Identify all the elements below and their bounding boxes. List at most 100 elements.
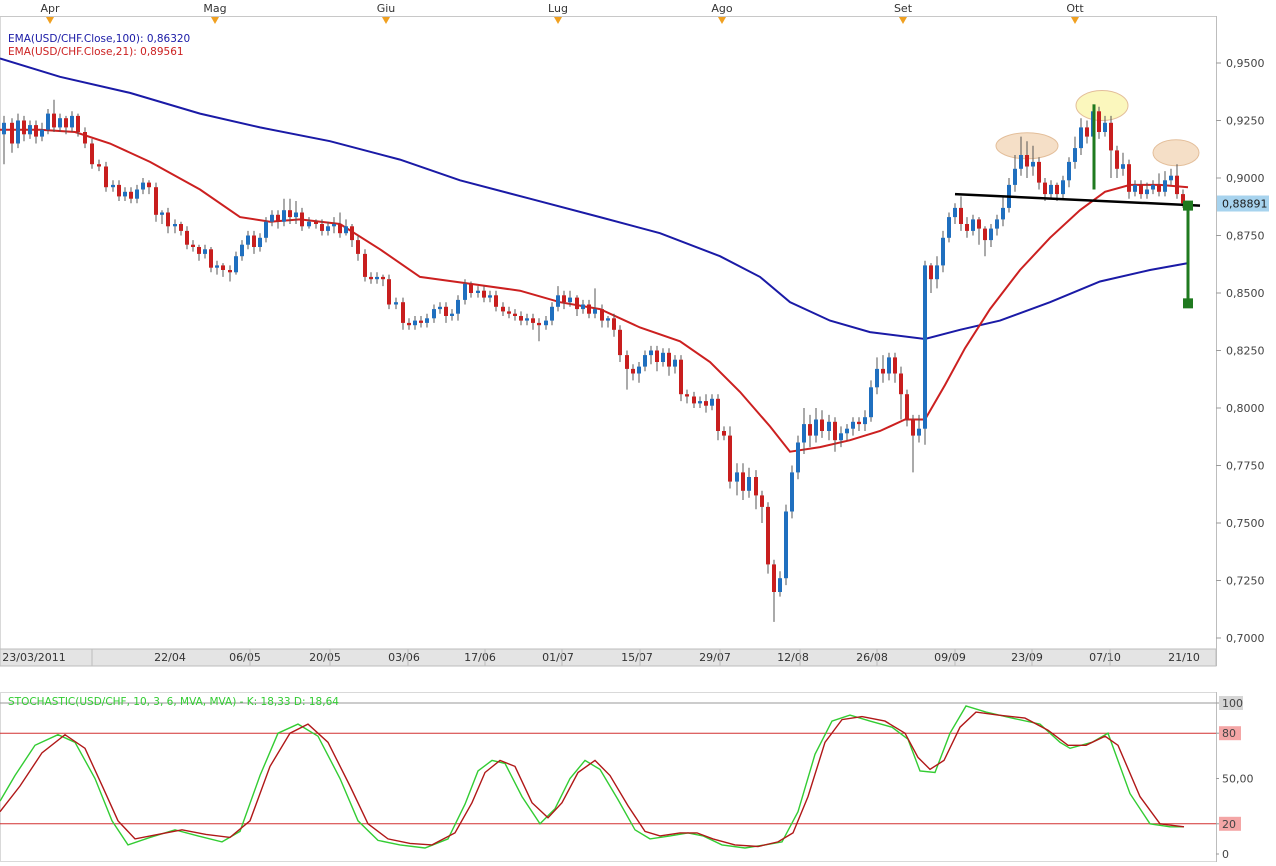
candle-body <box>1175 175 1179 195</box>
price-tick-label: 0,9000 <box>1226 172 1265 185</box>
last-price-label: 0,88891 <box>1222 198 1268 211</box>
candle-body <box>1157 184 1161 192</box>
candle-body <box>450 313 454 316</box>
candle-body <box>58 118 62 128</box>
candle-body <box>820 419 824 431</box>
candle-body <box>282 210 286 222</box>
candle-body <box>965 224 969 231</box>
candle-body <box>600 309 604 321</box>
candle-body <box>1079 127 1083 149</box>
legend-ema21: EMA(USD/CHF.Close,21): 0,89561 <box>8 46 184 58</box>
candle-body <box>1049 184 1053 195</box>
candle-body <box>618 329 622 356</box>
candle-body <box>1037 161 1041 183</box>
candle-body <box>796 442 800 473</box>
candle-body <box>995 219 999 229</box>
candle-body <box>587 304 591 314</box>
candle-body <box>802 424 806 443</box>
candle-body <box>959 207 963 224</box>
candle-body <box>425 318 429 323</box>
candle-body <box>977 219 981 229</box>
candle-body <box>1139 184 1143 195</box>
y-axis-band <box>1217 16 1276 666</box>
candle-body <box>438 306 442 310</box>
month-bar <box>0 0 1216 16</box>
candle-body <box>52 113 56 128</box>
candle-body <box>494 295 498 307</box>
candle-body <box>413 320 417 326</box>
candle-body <box>28 125 32 135</box>
candle-body <box>1067 161 1071 181</box>
candle-body <box>1133 184 1137 192</box>
candle-body <box>845 428 849 434</box>
candle-body <box>625 355 629 369</box>
candle <box>790 465 794 519</box>
candle-body <box>1121 164 1125 169</box>
candle <box>784 504 788 586</box>
stoch-tick-label: 100 <box>1222 697 1243 710</box>
candle <box>728 426 732 489</box>
candle-body <box>606 318 610 321</box>
stochastic-title: STOCHASTIC(USD/CHF, 10, 3, 6, MVA, MVA) … <box>8 696 339 708</box>
highlight-ellipse <box>1152 139 1200 167</box>
candle-body <box>76 115 80 132</box>
candle-body <box>778 578 782 592</box>
candle-body <box>1097 111 1101 132</box>
candle-body <box>661 352 665 362</box>
candle-body <box>716 398 720 431</box>
candle-body <box>971 219 975 231</box>
candle-body <box>760 495 764 507</box>
candle-body <box>728 435 732 482</box>
candle-body <box>432 309 436 319</box>
candle-body <box>129 191 133 199</box>
candle-body <box>1055 184 1059 195</box>
date-label: 09/09 <box>934 651 966 664</box>
candle-body <box>507 311 511 314</box>
date-label: 17/06 <box>464 651 496 664</box>
candle-body <box>1013 168 1017 185</box>
candle-body <box>1103 122 1107 132</box>
candle-body <box>741 472 745 491</box>
candle-body <box>83 132 87 144</box>
candle-body <box>655 350 659 362</box>
price-chart[interactable]: 0,9500 0,9250 0,9000 0,8750 0,8500 0,8250 0,80… <box>0 0 1276 862</box>
candle-body <box>264 221 268 238</box>
candle-body <box>252 235 256 247</box>
candle-body <box>294 212 298 218</box>
candle-body <box>191 244 195 247</box>
candle-body <box>827 421 831 431</box>
candle-body <box>363 253 367 277</box>
stochastic-panel-frame <box>0 692 1217 862</box>
candle-body <box>258 237 262 247</box>
month-label: Giu <box>377 2 396 15</box>
candle-body <box>833 421 837 441</box>
candle-body <box>1001 207 1005 220</box>
candle-body <box>215 265 219 268</box>
candle-body <box>637 366 641 374</box>
candle-body <box>881 368 885 374</box>
price-tick-label: 0,8250 <box>1226 345 1265 358</box>
candle-body <box>679 359 683 395</box>
candle-body <box>917 428 921 436</box>
candle-body <box>16 120 20 144</box>
candle-body <box>117 184 121 197</box>
month-label: Set <box>894 2 913 15</box>
candle-body <box>612 318 616 330</box>
candle-body <box>173 224 177 227</box>
legend-ema100: EMA(USD/CHF.Close,100): 0,86320 <box>8 33 190 45</box>
candle-body <box>667 352 671 367</box>
candle-body <box>394 302 398 305</box>
candle-body <box>332 224 336 227</box>
candle-body <box>808 424 812 436</box>
candle-body <box>111 184 115 188</box>
candle-body <box>1169 175 1173 181</box>
candle-body <box>754 477 758 496</box>
date-label: 22/04 <box>154 651 186 664</box>
candle-body <box>1085 127 1089 137</box>
candle-body <box>141 182 145 190</box>
target-start-marker <box>1183 200 1193 211</box>
candle-body <box>344 226 348 234</box>
candle-body <box>568 297 572 303</box>
candle-body <box>537 322 541 326</box>
month-label: Apr <box>40 2 60 15</box>
